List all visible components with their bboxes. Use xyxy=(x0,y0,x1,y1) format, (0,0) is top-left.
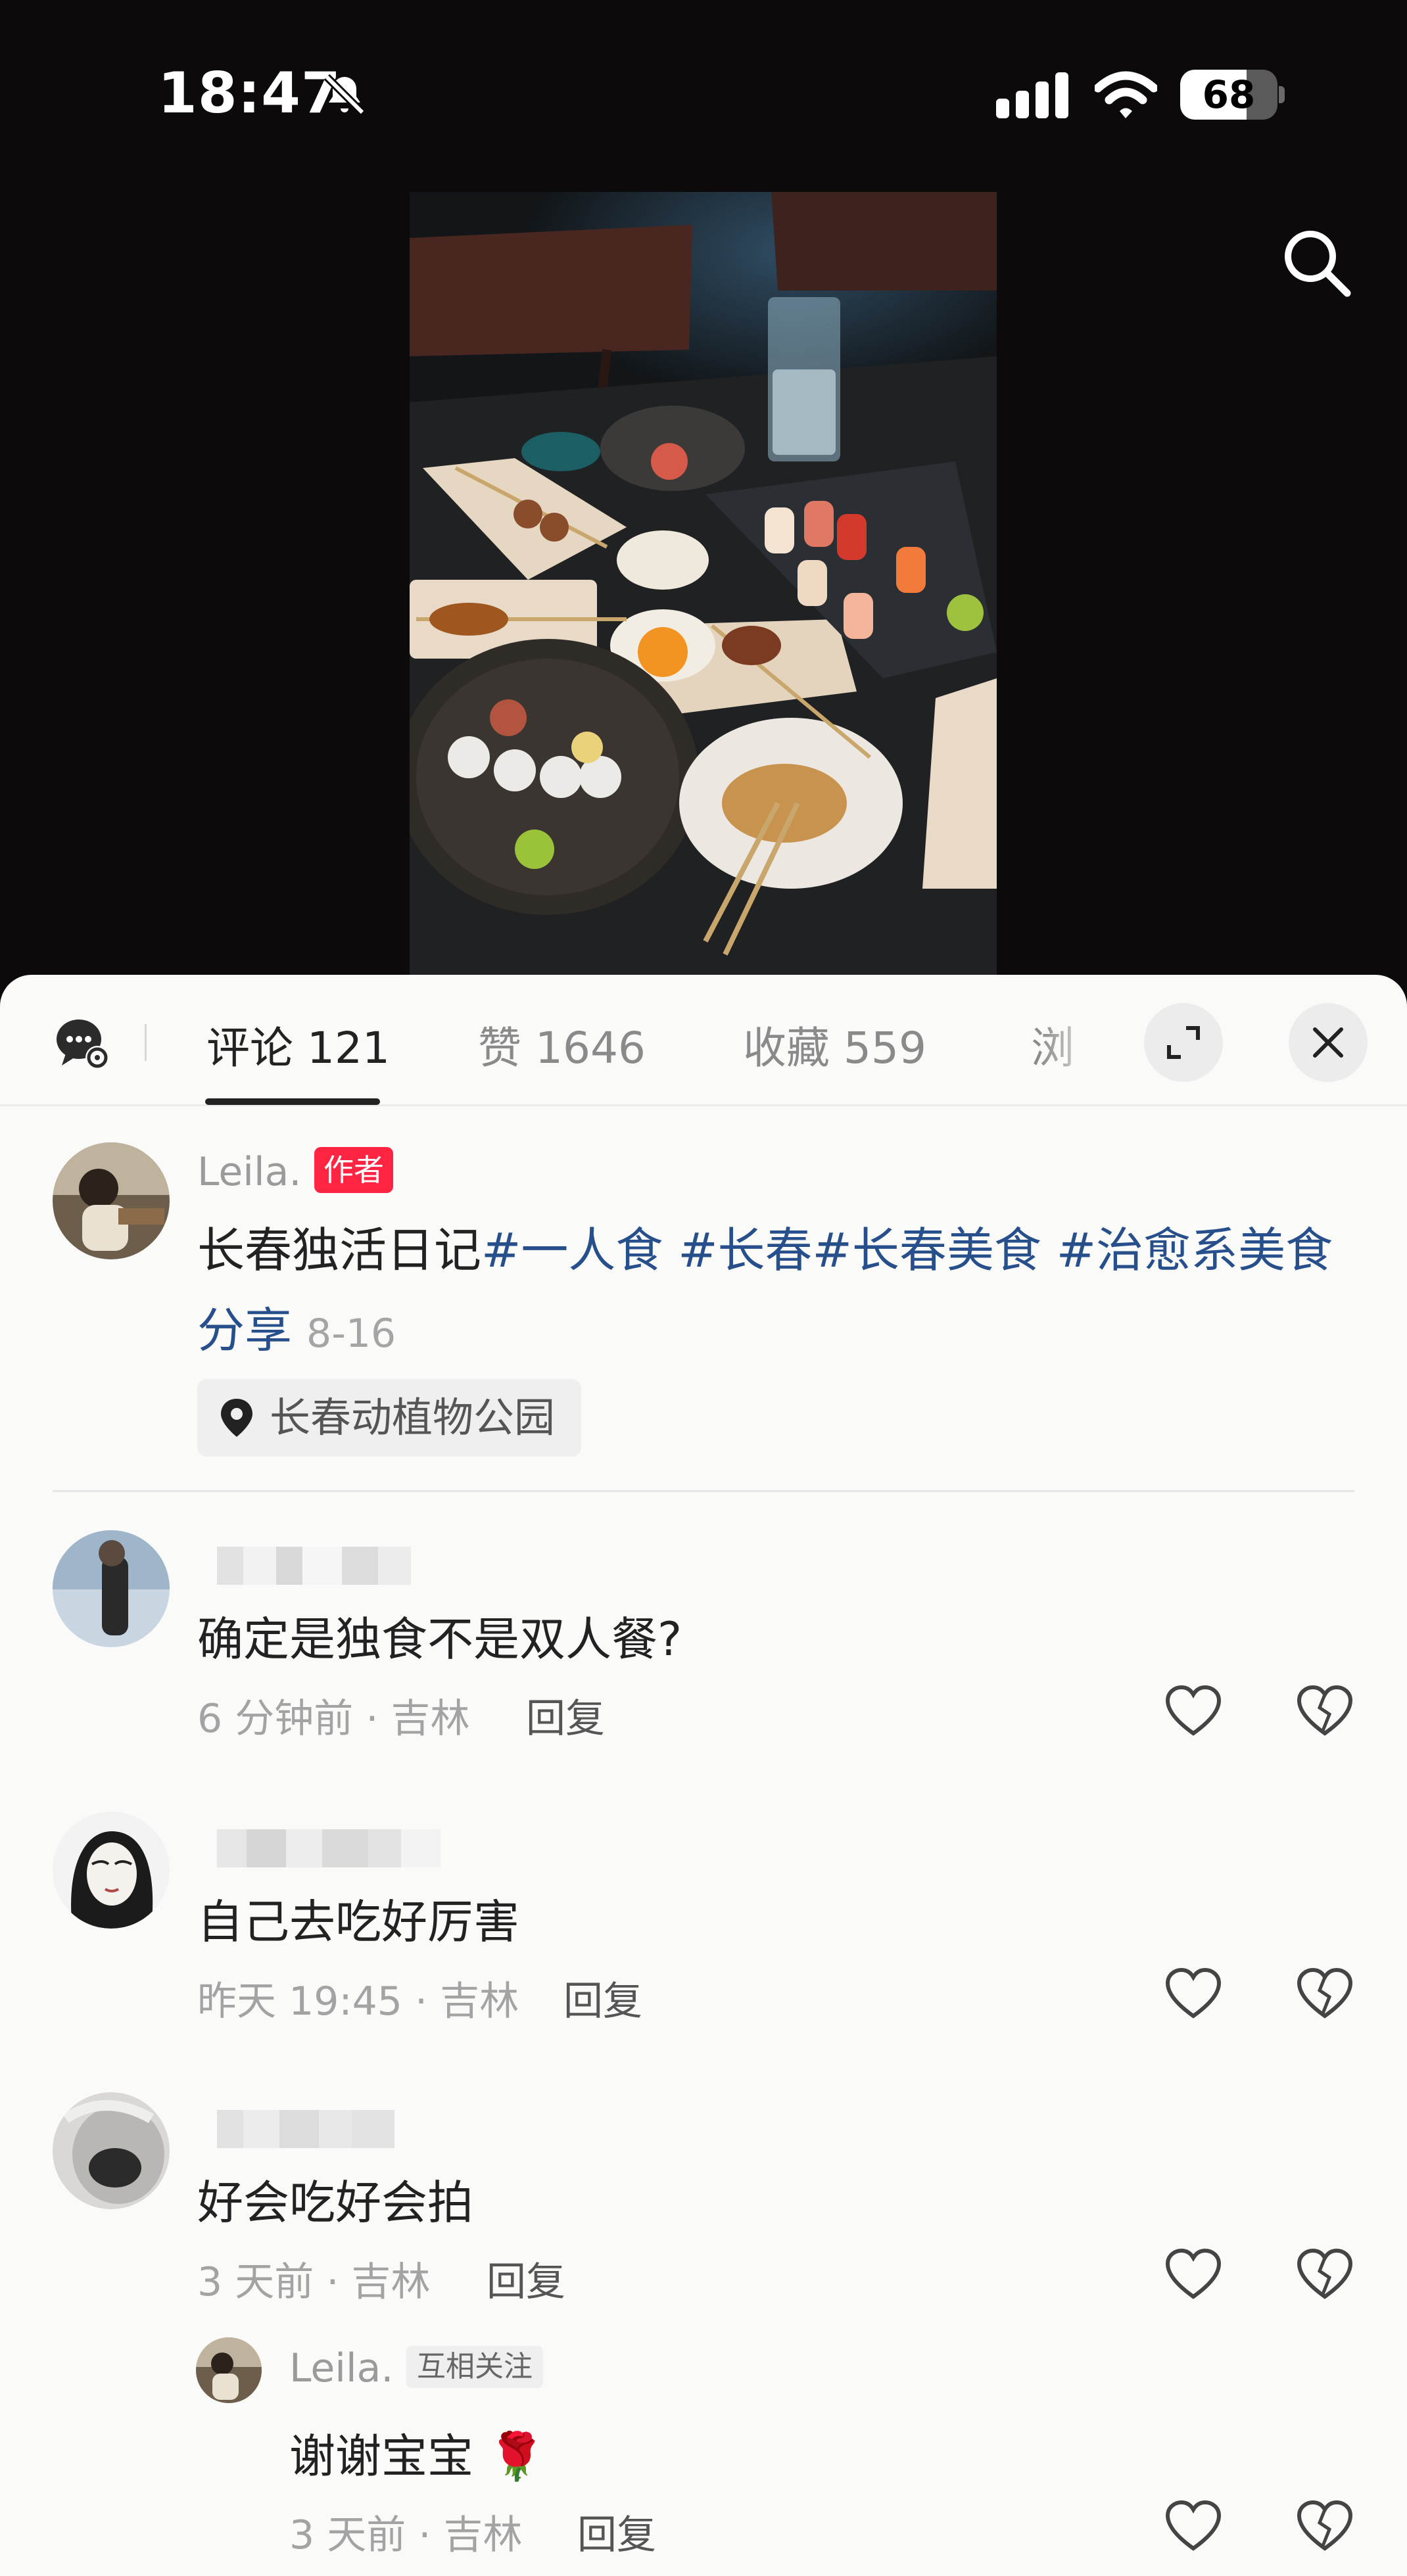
tab-favorites[interactable]: 收藏 559 xyxy=(743,1013,926,1076)
author-badge: 作者 xyxy=(314,1147,393,1193)
close-button[interactable] xyxy=(1289,1003,1368,1082)
comment-meta: 6 分钟前 · 吉林 xyxy=(197,1696,470,1742)
location-label: 长春动植物公园 xyxy=(270,1393,556,1441)
like-icon[interactable] xyxy=(1165,1967,1222,2020)
reply-text: 谢谢宝宝 🌹 xyxy=(289,2429,546,2483)
chat-settings-icon[interactable] xyxy=(53,1013,112,1072)
battery-indicator: 68 xyxy=(1180,70,1285,120)
search-icon[interactable] xyxy=(1279,225,1354,300)
comment-sheet: 评论 121 赞 1646 收藏 559 浏 Leila. 作者 xyxy=(0,975,1407,2576)
wifi-icon xyxy=(1093,68,1158,121)
close-icon xyxy=(1313,1027,1343,1058)
post-date: 8-16 xyxy=(306,1311,396,1357)
commenter-avatar[interactable] xyxy=(53,2092,170,2209)
dislike-icon[interactable] xyxy=(1297,1967,1353,2020)
commenter-name-blurred[interactable] xyxy=(217,2110,394,2148)
reply-button[interactable]: 回复 xyxy=(577,2503,656,2560)
status-time: 18:47 xyxy=(158,60,341,126)
expand-icon xyxy=(1167,1026,1200,1059)
divider xyxy=(53,1490,1354,1492)
comment-text: 好会吃好会拍 xyxy=(197,2176,473,2230)
tab-bar: 评论 121 赞 1646 收藏 559 浏 xyxy=(0,975,1407,1106)
post-caption: 长春独活日记#一人食 #长春#长春美食 #治愈系美食分享 8-16 xyxy=(197,1210,1354,1374)
comment-meta: 3 天前 · 吉林 xyxy=(197,2259,431,2305)
author-name[interactable]: Leila. xyxy=(197,1149,301,1195)
reply-button[interactable]: 回复 xyxy=(526,1687,605,1744)
reply-meta: 3 天前 · 吉林 xyxy=(289,2512,523,2558)
dislike-icon[interactable] xyxy=(1297,1685,1353,1737)
reply-button[interactable]: 回复 xyxy=(487,2250,565,2307)
battery-percent: 68 xyxy=(1202,72,1256,117)
comment-text: 确定是独食不是双人餐? xyxy=(197,1612,682,1666)
comment-text: 自己去吃好厉害 xyxy=(197,1895,519,1949)
dislike-icon[interactable] xyxy=(1297,2248,1353,2301)
tab-divider xyxy=(145,1024,147,1061)
post-photo[interactable] xyxy=(410,192,997,977)
commenter-avatar[interactable] xyxy=(53,1812,170,1929)
comment-meta: 昨天 19:45 · 吉林 xyxy=(197,1979,519,2025)
location-chip[interactable]: 长春动植物公园 xyxy=(197,1379,582,1457)
reply-author-name[interactable]: Leila. xyxy=(289,2345,393,2391)
tab-likes[interactable]: 赞 1646 xyxy=(478,1013,646,1076)
tab-comments[interactable]: 评论 121 xyxy=(206,1013,390,1076)
signal-icon xyxy=(996,71,1072,120)
commenter-name-blurred[interactable] xyxy=(217,1829,441,1867)
mutual-follow-badge: 互相关注 xyxy=(406,2346,543,2388)
like-icon[interactable] xyxy=(1165,1685,1222,1737)
dislike-icon[interactable] xyxy=(1297,2500,1353,2552)
reply-button[interactable]: 回复 xyxy=(563,1969,642,2026)
location-pin-icon xyxy=(221,1399,252,1437)
expand-button[interactable] xyxy=(1144,1003,1223,1082)
reply-author-avatar[interactable] xyxy=(196,2337,262,2403)
like-icon[interactable] xyxy=(1165,2248,1222,2301)
post-title: 长春独活日记 xyxy=(197,1223,482,1278)
like-icon[interactable] xyxy=(1165,2500,1222,2552)
author-avatar[interactable] xyxy=(53,1142,170,1259)
commenter-name-blurred[interactable] xyxy=(217,1547,411,1585)
tab-active-indicator xyxy=(205,1098,380,1105)
commenter-avatar[interactable] xyxy=(53,1530,170,1647)
bell-muted-icon xyxy=(321,71,368,118)
